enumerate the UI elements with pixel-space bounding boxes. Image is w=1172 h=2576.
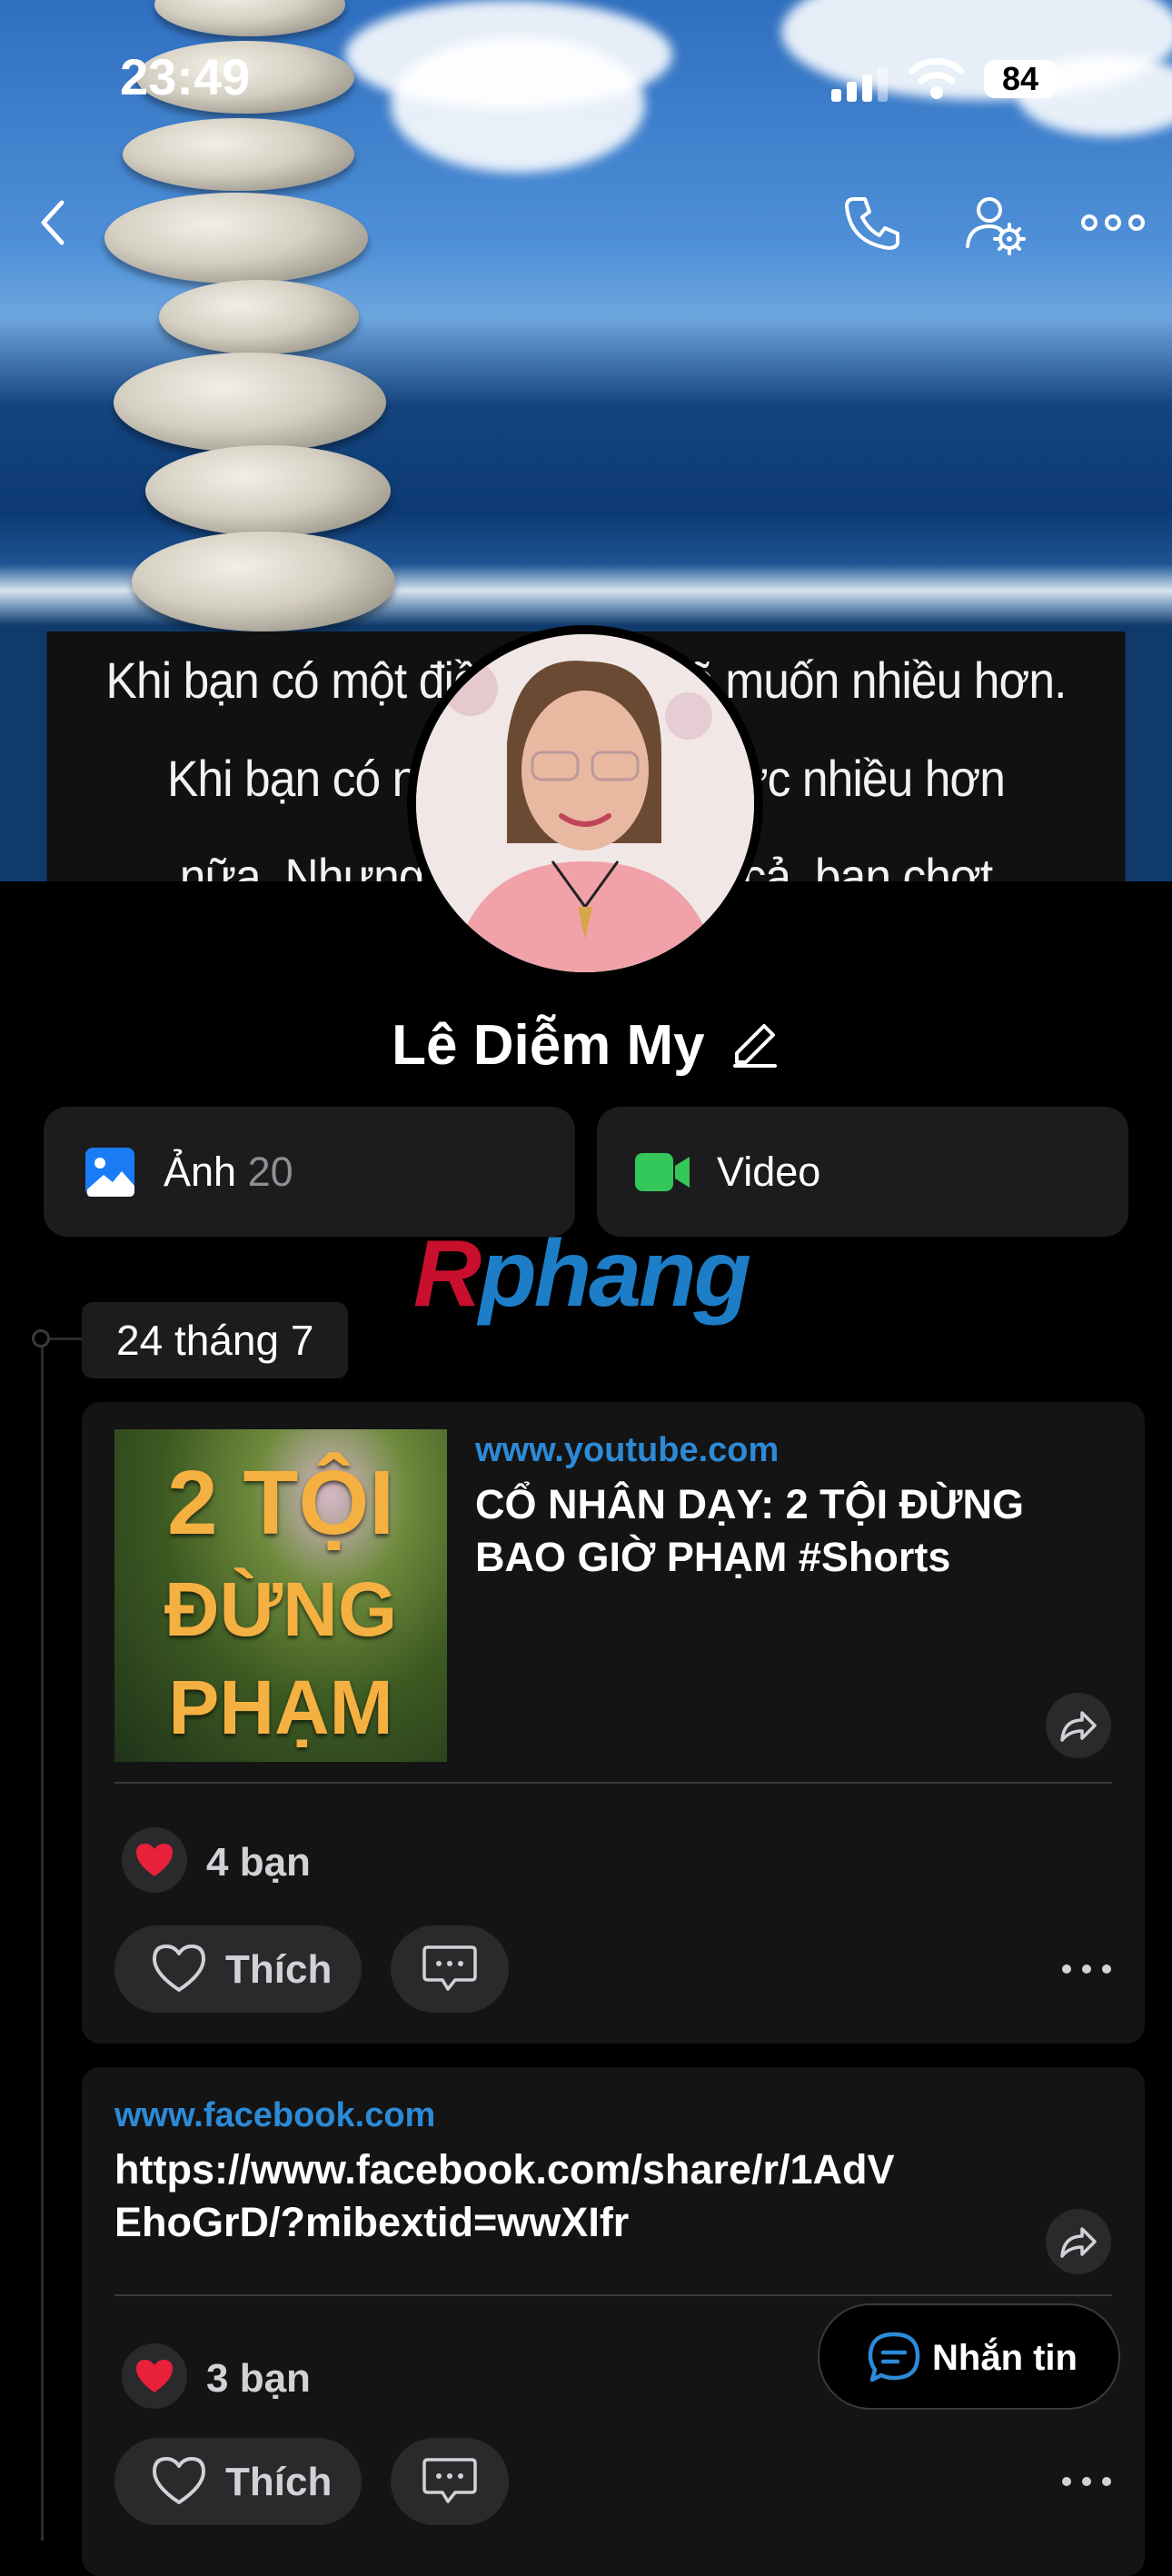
share-arrow-icon <box>1060 1711 1097 1742</box>
heart-icon <box>136 1844 173 1876</box>
videos-label: Video <box>717 1149 821 1195</box>
share-button[interactable] <box>1046 2209 1111 2274</box>
like-label: Thích <box>225 1947 333 1992</box>
videos-tile[interactable]: Video <box>597 1107 1128 1237</box>
message-icon <box>868 2332 920 2382</box>
link-title[interactable]: CỔ NHÂN DẠY: 2 TỘI ĐỪNG BAO GIỜ PHẠM #Sh… <box>475 1478 1093 1584</box>
like-label: Thích <box>225 2460 333 2504</box>
cellular-signal-icon <box>831 67 893 102</box>
status-time: 23:49 <box>120 48 251 105</box>
watermark-r: R <box>413 1221 482 1327</box>
profile-name-row: Lê Diễm My <box>0 1013 1172 1078</box>
photo-icon <box>85 1148 134 1197</box>
watermark-logo: Rphang <box>413 1220 751 1328</box>
like-button[interactable]: Thích <box>114 1925 362 2013</box>
reaction-count[interactable]: 3 bạn <box>206 2356 311 2402</box>
link-thumbnail[interactable]: 2 TỘI ĐỪNG PHẠM <box>114 1429 447 1762</box>
reaction-heart[interactable] <box>122 2343 187 2409</box>
battery-indicator: 84 <box>984 60 1065 98</box>
thumbnail-text: 2 TỘI <box>166 1452 395 1554</box>
reaction-count[interactable]: 4 bạn <box>206 1840 311 1885</box>
edit-pencil-icon[interactable] <box>730 1017 780 1068</box>
photos-tile[interactable]: Ảnh 20 <box>44 1107 575 1237</box>
photos-label-text: Ảnh <box>164 1149 237 1195</box>
comment-button[interactable] <box>391 1925 509 2013</box>
link-title[interactable]: https://www.facebook.com/share/r/1AdVEho… <box>114 2143 914 2249</box>
thumbnail-text: PHẠM <box>168 1665 393 1750</box>
comment-icon <box>422 2458 477 2503</box>
timeline-date: 24 tháng 7 <box>82 1302 349 1378</box>
user-gear-icon <box>966 197 1026 255</box>
status-bar: 23:49 84 <box>0 47 1172 120</box>
chevron-left-icon <box>41 200 65 245</box>
wifi-icon <box>909 58 965 99</box>
avatar-portrait <box>416 634 754 972</box>
timeline-connector <box>50 1338 83 1340</box>
comment-icon <box>422 1945 477 1991</box>
photos-count: 20 <box>247 1149 293 1195</box>
heart-icon <box>136 2360 173 2392</box>
link-domain[interactable]: www.youtube.com <box>475 1431 779 1470</box>
heart-outline-icon <box>153 2457 205 2504</box>
like-button[interactable]: Thích <box>114 2438 362 2525</box>
more-horizontal-icon <box>1081 214 1145 231</box>
more-button[interactable] <box>1077 186 1149 259</box>
share-button[interactable] <box>1046 1693 1111 1758</box>
phone-icon <box>845 197 899 250</box>
photos-label: Ảnh 20 <box>164 1149 293 1196</box>
reaction-heart[interactable] <box>122 1827 187 1893</box>
post-more-icon[interactable] <box>1059 1960 1114 1978</box>
back-button[interactable] <box>18 186 91 259</box>
comment-button[interactable] <box>391 2438 509 2525</box>
avatar[interactable] <box>407 625 763 981</box>
timeline-line <box>41 1340 44 2541</box>
post-card[interactable]: 2 TỘI ĐỪNG PHẠM www.youtube.com CỔ NHÂN … <box>82 1402 1145 2044</box>
divider <box>114 1782 1112 1784</box>
post-more-icon[interactable] <box>1059 2472 1114 2491</box>
watermark-rest: phang <box>479 1221 751 1327</box>
share-arrow-icon <box>1060 2227 1097 2258</box>
profile-settings-button[interactable] <box>958 186 1031 259</box>
heart-outline-icon <box>153 1944 205 1992</box>
message-button[interactable]: Nhắn tin <box>818 2303 1120 2410</box>
divider <box>114 2294 1112 2296</box>
profile-name: Lê Diễm My <box>392 1014 705 1077</box>
timeline-dot <box>32 1329 50 1348</box>
call-button[interactable] <box>836 186 909 259</box>
thumbnail-text: ĐỪNG <box>164 1566 398 1652</box>
message-button-label: Nhắn tin <box>932 2338 1078 2378</box>
link-domain[interactable]: www.facebook.com <box>114 2096 435 2135</box>
video-icon <box>635 1153 690 1191</box>
